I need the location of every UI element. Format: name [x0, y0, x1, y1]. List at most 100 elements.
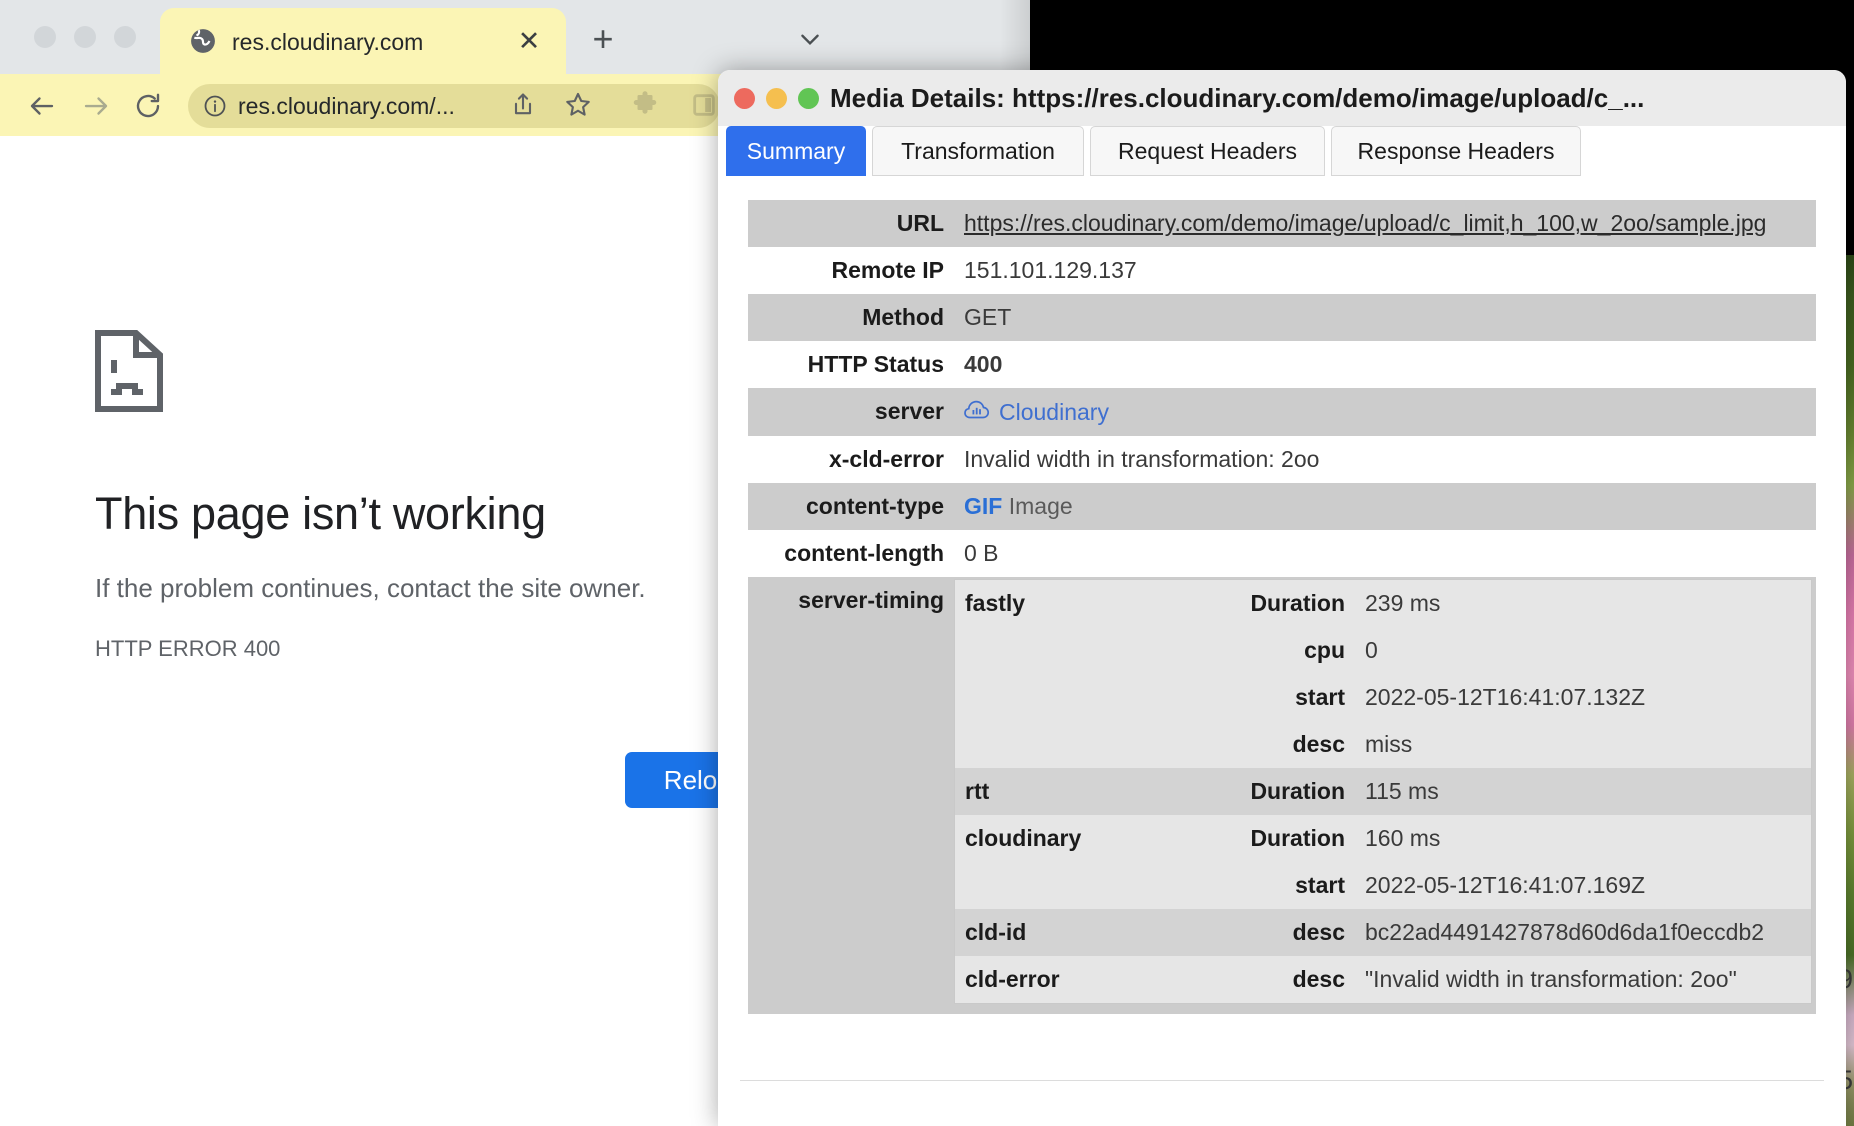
timing-name: cloudinary	[965, 825, 1082, 851]
media-details-table: URL https://res.cloudinary.com/demo/imag…	[748, 200, 1816, 1014]
row-key: URL	[896, 210, 944, 236]
tab-strip: res.cloudinary.com ✕ +	[0, 0, 1030, 74]
timing-name: cld-id	[965, 919, 1027, 945]
table-row-server: server Cloudinary	[748, 388, 1816, 436]
table-row: cpu 0	[955, 627, 1811, 674]
timing-value: bc22ad4491427878d60d6da1f0eccdb2	[1365, 919, 1765, 945]
bookmark-star-icon[interactable]	[560, 87, 596, 123]
table-row: cloudinary Duration 160 ms	[955, 815, 1811, 862]
window-minimize-button[interactable]	[74, 26, 96, 48]
chevron-down-icon[interactable]	[795, 24, 825, 54]
table-row-server-timing: server-timing fastly Duration 239 ms cpu…	[748, 577, 1816, 1014]
timing-key: desc	[1292, 966, 1345, 992]
panel-traffic-lights	[734, 88, 819, 109]
table-row-content-type: content-type GIF Image	[748, 483, 1816, 530]
info-icon[interactable]	[203, 94, 227, 118]
side-panel-icon[interactable]	[686, 87, 722, 123]
row-key: HTTP Status	[807, 351, 944, 377]
panel-minimize-button[interactable]	[766, 88, 787, 109]
row-key: server-timing	[798, 587, 944, 613]
window-maximize-button[interactable]	[114, 26, 136, 48]
tab-response-headers[interactable]: Response Headers	[1331, 126, 1581, 176]
row-value: GIF Image	[954, 483, 1816, 530]
window-close-button[interactable]	[34, 26, 56, 48]
timing-value: 115 ms	[1365, 778, 1439, 804]
row-value-text: Cloudinary	[999, 398, 1109, 425]
row-value: 0 B	[964, 540, 999, 566]
table-row-http-status: HTTP Status 400	[748, 341, 1816, 388]
close-icon[interactable]: ✕	[514, 26, 544, 56]
forward-button[interactable]	[78, 88, 114, 124]
table-row: start 2022-05-12T16:41:07.132Z	[955, 674, 1811, 721]
row-value: 151.101.129.137	[964, 257, 1137, 283]
timing-key: Duration	[1250, 778, 1345, 804]
timing-key: start	[1295, 872, 1345, 898]
row-key: content-length	[784, 540, 944, 566]
timing-value: miss	[1365, 731, 1413, 757]
extensions-puzzle-icon[interactable]	[627, 87, 663, 123]
row-value: https://res.cloudinary.com/demo/image/up…	[954, 200, 1816, 247]
server-timing-table: fastly Duration 239 ms cpu 0 start 2022-…	[955, 580, 1811, 1003]
browser-tab[interactable]: res.cloudinary.com ✕	[160, 8, 566, 74]
reload-icon[interactable]	[130, 88, 166, 124]
table-row: fastly Duration 239 ms	[955, 580, 1811, 627]
row-key: content-type	[806, 493, 944, 519]
tab-request-headers[interactable]: Request Headers	[1090, 126, 1325, 176]
cloudinary-cloud-icon	[964, 398, 990, 426]
timing-value: "Invalid width in transformation: 2oo"	[1365, 966, 1737, 992]
timing-key: start	[1295, 684, 1345, 710]
status-badge: 400	[964, 351, 1003, 377]
panel-body: URL https://res.cloudinary.com/demo/imag…	[718, 178, 1846, 1126]
timing-key: cpu	[1304, 637, 1345, 663]
content-type-format: GIF	[964, 493, 1003, 519]
row-key: Method	[862, 304, 944, 330]
timing-name	[955, 627, 1185, 674]
timing-name: fastly	[965, 590, 1026, 616]
row-value: Cloudinary	[954, 388, 1816, 436]
table-row-content-length: content-length 0 B	[748, 530, 1816, 577]
timing-key: desc	[1292, 919, 1345, 945]
panel-divider	[740, 1080, 1824, 1081]
table-row: cld-error desc "Invalid width in transfo…	[955, 956, 1811, 1003]
url-link[interactable]: https://res.cloudinary.com/demo/image/up…	[964, 210, 1766, 236]
panel-close-button[interactable]	[734, 88, 755, 109]
page-subtitle: If the problem continues, contact the si…	[95, 573, 646, 603]
table-row-url: URL https://res.cloudinary.com/demo/imag…	[748, 200, 1816, 247]
sad-document-icon	[95, 330, 163, 417]
tab-summary[interactable]: Summary	[726, 126, 866, 176]
timing-name: cld-error	[965, 966, 1060, 992]
row-value: GET	[964, 304, 1012, 330]
timing-name	[955, 721, 1185, 768]
back-button[interactable]	[24, 88, 60, 124]
panel-title: Media Details: https://res.cloudinary.co…	[830, 83, 1645, 113]
table-row: rtt Duration 115 ms	[955, 768, 1811, 815]
page-title: This page isn’t working	[95, 488, 546, 539]
table-row: cld-id desc bc22ad4491427878d60d6da1f0ec…	[955, 909, 1811, 956]
row-value: Invalid width in transformation: 2oo	[964, 446, 1320, 472]
error-code: HTTP ERROR 400	[95, 636, 281, 661]
new-tab-button[interactable]: +	[586, 21, 620, 57]
timing-value: 0	[1365, 637, 1378, 663]
timing-name	[955, 862, 1185, 909]
timing-name: rtt	[965, 778, 990, 804]
table-row-remote-ip: Remote IP 151.101.129.137	[748, 247, 1816, 294]
timing-value: 160 ms	[1365, 825, 1441, 851]
panel-maximize-button[interactable]	[798, 88, 819, 109]
globe-icon	[190, 28, 216, 54]
cloudinary-link[interactable]: Cloudinary	[964, 398, 1109, 426]
media-details-panel: Media Details: https://res.cloudinary.co…	[718, 70, 1846, 1126]
timing-value: 2022-05-12T16:41:07.132Z	[1365, 684, 1646, 710]
timing-name	[955, 674, 1185, 721]
table-row: start 2022-05-12T16:41:07.169Z	[955, 862, 1811, 909]
address-bar-text[interactable]: res.cloudinary.com/...	[238, 93, 455, 120]
table-row-x-cld-error: x-cld-error Invalid width in transformat…	[748, 436, 1816, 483]
timing-value: 239 ms	[1365, 590, 1441, 616]
panel-tab-bar: Summary Transformation Request Headers R…	[718, 126, 1846, 178]
panel-title-bar: Media Details: https://res.cloudinary.co…	[718, 70, 1846, 127]
timing-key: Duration	[1250, 590, 1345, 616]
tab-transformation[interactable]: Transformation	[872, 126, 1084, 176]
row-value: fastly Duration 239 ms cpu 0 start 2022-…	[954, 577, 1816, 1014]
content-type-kind: Image	[1008, 493, 1073, 519]
server-timing-table-wrapper: fastly Duration 239 ms cpu 0 start 2022-…	[954, 579, 1812, 1004]
share-icon[interactable]	[505, 87, 541, 123]
